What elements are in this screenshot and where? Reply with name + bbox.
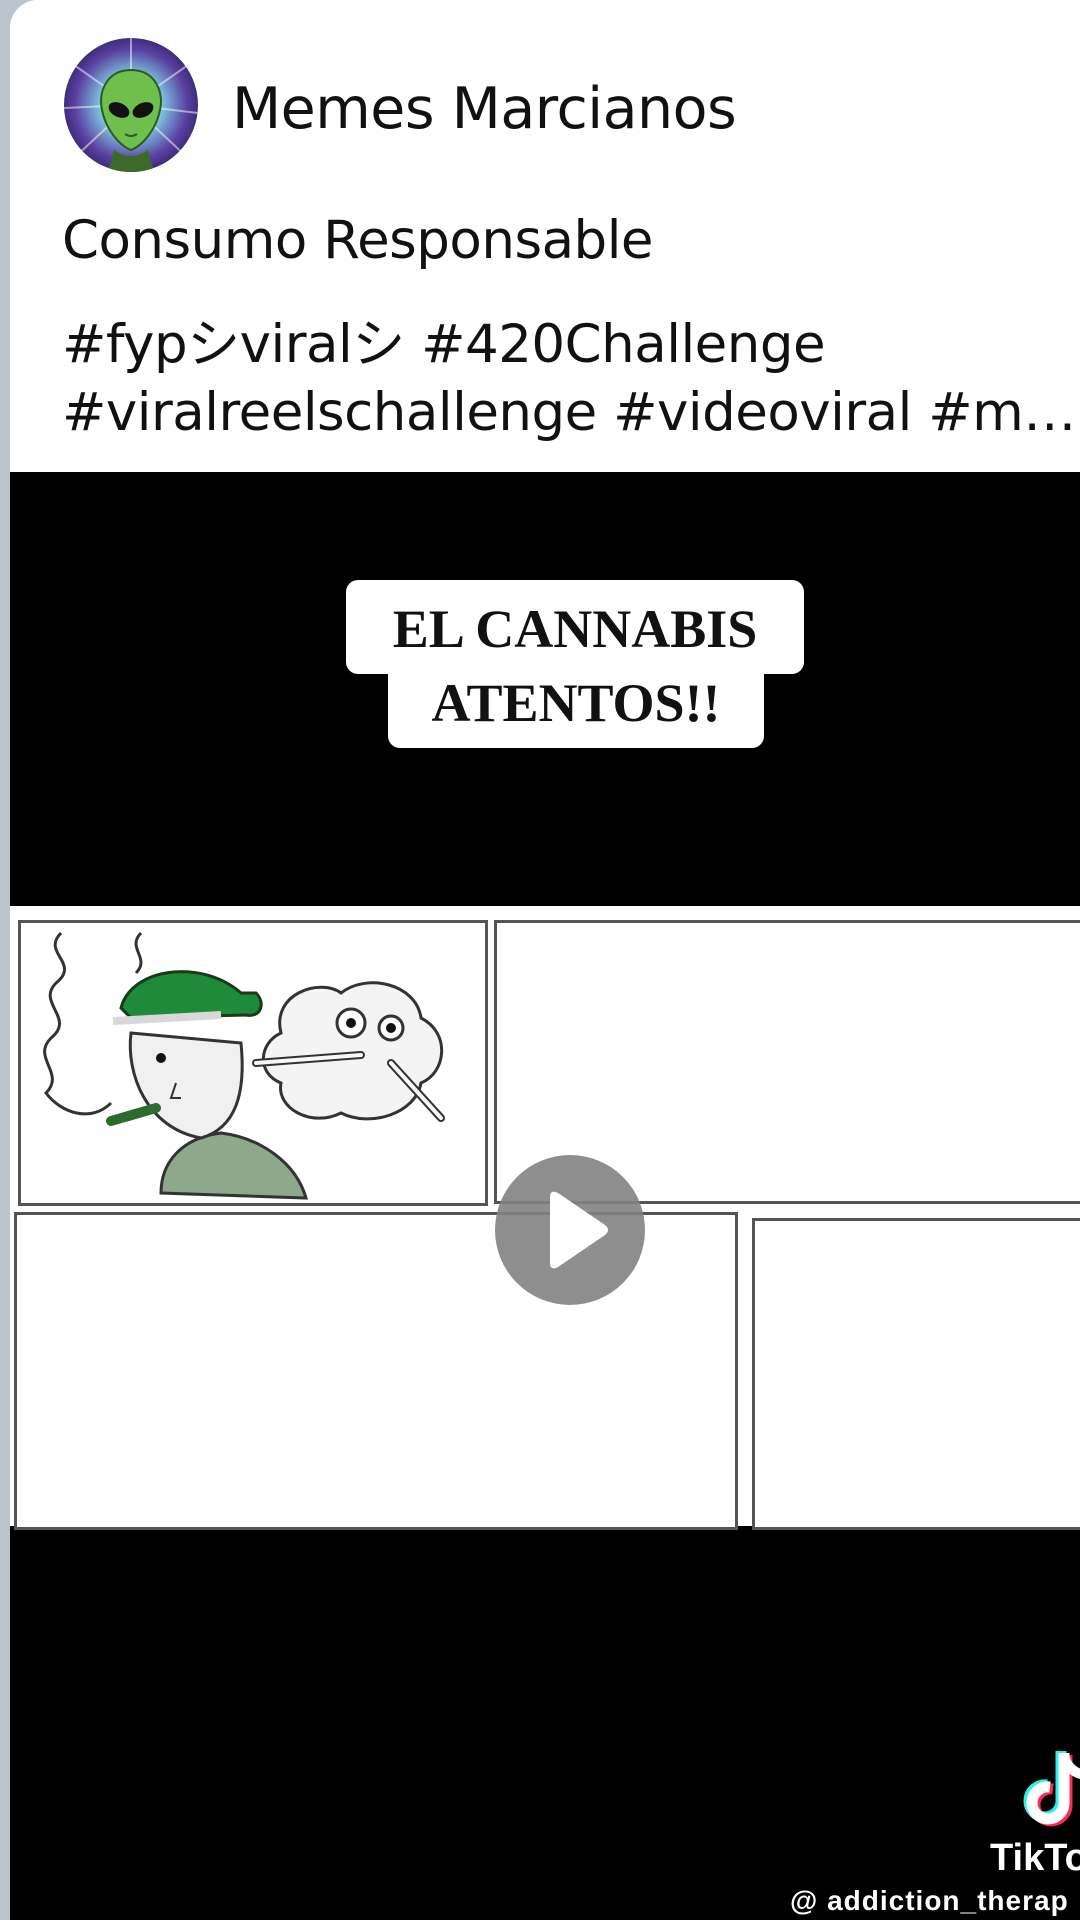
video-title-line2: ATENTOS!!: [431, 673, 721, 733]
post-header: Memes Marcianos Consumo Responsable #fyp…: [10, 0, 1080, 475]
video-title-line2-box: ATENTOS!!: [388, 662, 764, 748]
caption-title: Consumo Responsable: [62, 210, 654, 271]
play-icon: [550, 1191, 608, 1269]
video-title-line1-box: EL CANNABIS: [346, 580, 804, 674]
page-name[interactable]: Memes Marcianos: [232, 76, 737, 142]
caption-hashtags-line2[interactable]: #viralreelschallenge #videoviral #me...: [62, 382, 1080, 443]
tiktok-handle: @ addiction_therap: [790, 1885, 1069, 1916]
comic-panel-1: [18, 920, 488, 1206]
post-card: Memes Marcianos Consumo Responsable #fyp…: [10, 0, 1080, 1920]
video-title-line1: EL CANNABIS: [392, 599, 758, 659]
comic-panel-4: [752, 1218, 1080, 1530]
tiktok-label: TikTo: [990, 1837, 1080, 1879]
caption-hashtags-line1[interactable]: #fypシviralシ #420Challenge: [62, 302, 826, 378]
play-button[interactable]: [495, 1155, 645, 1305]
alien-avatar-icon[interactable]: [64, 38, 198, 172]
comic-illustration: [43, 931, 445, 1200]
video-player[interactable]: EL CANNABIS ATENTOS!! TikTo @ addiction_…: [10, 472, 1080, 1920]
tiktok-logo-icon: [1023, 1751, 1080, 1827]
tiktok-watermark: TikTo @ addiction_therap: [790, 1747, 1080, 1916]
